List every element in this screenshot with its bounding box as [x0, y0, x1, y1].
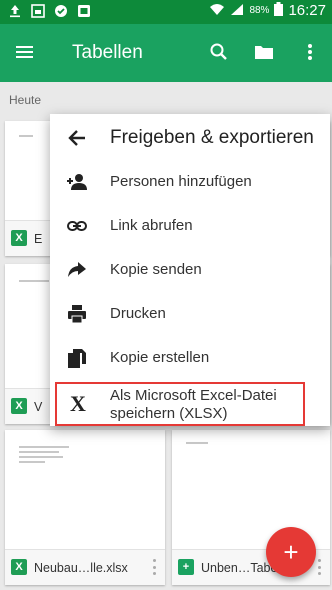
- menu-item-add-people[interactable]: Personen hinzufügen: [50, 160, 330, 204]
- battery-percent: 88%: [249, 5, 270, 16]
- excel-file-icon: X: [11, 398, 27, 414]
- gallery-icon: [31, 4, 45, 18]
- file-more-icon[interactable]: [316, 559, 322, 575]
- person-add-icon: [66, 171, 88, 193]
- back-arrow-icon[interactable]: [66, 127, 88, 149]
- copy-icon: [66, 347, 88, 369]
- sheets-file-icon: +: [178, 559, 194, 575]
- print-icon: [66, 303, 88, 325]
- status-bar: 88% 16:27: [0, 0, 332, 24]
- menu-item-label: Drucken: [110, 305, 166, 322]
- send-icon: [66, 259, 88, 281]
- file-thumbnail: [5, 430, 165, 549]
- file-name: E: [34, 232, 43, 246]
- menu-item-label: Kopie erstellen: [110, 349, 210, 366]
- excel-file-icon: X: [11, 559, 27, 575]
- file-name: V: [34, 400, 43, 414]
- menu-item-make-copy[interactable]: Kopie erstellen: [50, 336, 330, 380]
- folder-icon[interactable]: [253, 41, 275, 63]
- menu-item-send-copy[interactable]: Kopie senden: [50, 248, 330, 292]
- menu-title: Freigeben & exportieren: [110, 127, 314, 148]
- wifi-icon: [209, 3, 225, 19]
- menu-item-label: Als Microsoft Excel-Datei speichern (XLS…: [110, 387, 277, 422]
- share-export-menu: Freigeben & exportieren Personen hinzufü…: [50, 114, 330, 426]
- file-thumbnail: [172, 430, 330, 549]
- check-circle-icon: [54, 4, 68, 18]
- menu-item-save-as-xlsx[interactable]: X Als Microsoft Excel-Datei speichern (X…: [55, 382, 305, 426]
- menu-item-label: Kopie senden: [110, 261, 202, 278]
- menu-item-get-link[interactable]: Link abrufen: [50, 204, 330, 248]
- battery-icon: [274, 2, 284, 19]
- app-bar: Tabellen: [0, 24, 332, 82]
- plus-icon: +: [283, 536, 299, 567]
- app-title: Tabellen: [72, 42, 143, 63]
- hamburger-menu-icon[interactable]: [14, 41, 36, 63]
- section-label-today: Heute: [9, 93, 42, 107]
- menu-item-print[interactable]: Drucken: [50, 292, 330, 336]
- upload-icon: [8, 4, 22, 18]
- link-icon: [66, 215, 88, 237]
- menu-header: Freigeben & exportieren: [50, 114, 330, 160]
- signal-icon: [230, 3, 244, 19]
- menu-item-label: Personen hinzufügen: [110, 173, 252, 190]
- add-fab-button[interactable]: +: [266, 527, 316, 577]
- file-card[interactable]: X Neubau…lle.xlsx: [5, 430, 165, 585]
- excel-file-icon: X: [11, 230, 27, 246]
- sheets-notification-icon: [77, 4, 91, 18]
- search-icon[interactable]: [208, 41, 230, 63]
- file-name: Neubau…lle.xlsx: [34, 561, 128, 575]
- menu-item-label: Link abrufen: [110, 217, 193, 234]
- more-vert-icon[interactable]: [299, 41, 321, 63]
- file-more-icon[interactable]: [151, 559, 157, 575]
- excel-x-icon: X: [70, 391, 86, 416]
- clock: 16:27: [288, 2, 326, 19]
- file-card-footer: X Neubau…lle.xlsx: [5, 549, 165, 585]
